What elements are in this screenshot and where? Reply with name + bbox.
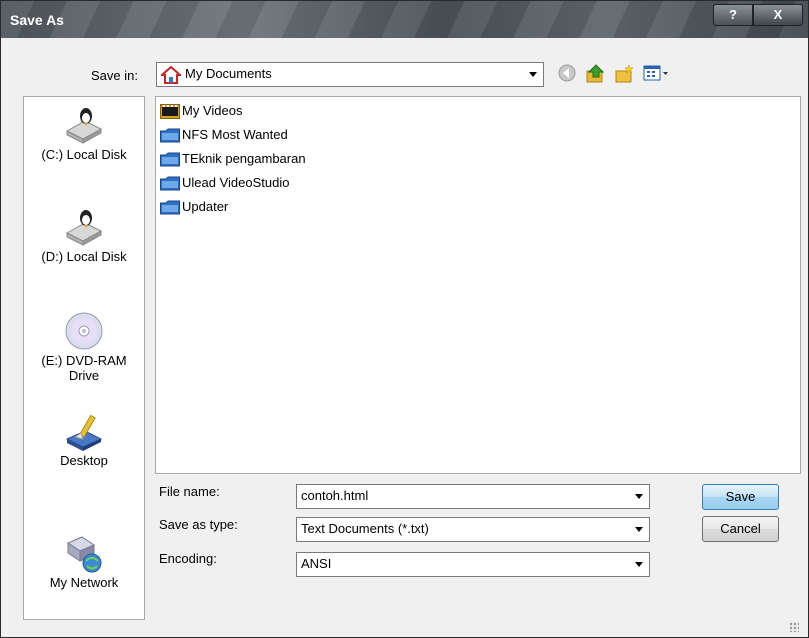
save-in-label: Save in: — [91, 68, 138, 83]
chevron-down-icon — [635, 562, 643, 567]
folder-icon — [160, 176, 180, 191]
place-label: (D:) Local Disk — [41, 249, 127, 264]
place-c-local-disk[interactable]: (C:) Local Disk — [24, 105, 144, 162]
title-bar[interactable]: Save As ? X — [1, 1, 808, 38]
local-disk-icon — [65, 108, 103, 144]
cancel-button[interactable]: Cancel — [702, 516, 779, 542]
window-title: Save As — [10, 12, 64, 28]
video-folder-icon — [160, 104, 180, 119]
chevron-down-icon — [635, 527, 643, 532]
place-d-local-disk[interactable]: (D:) Local Disk — [24, 207, 144, 264]
place-e-dvd-ram-drive[interactable]: (E:) DVD-RAM Drive — [24, 309, 144, 383]
file-name-value: contoh.html — [301, 488, 369, 503]
dialog-content: Save in: My Documents (C:) Local Disk (D… — [10, 38, 801, 634]
place-label: (C:) Local Disk — [41, 147, 127, 162]
encoding-dropdown[interactable]: ANSI — [296, 552, 650, 577]
save-in-dropdown[interactable]: My Documents — [156, 62, 544, 87]
local-disk-icon — [65, 210, 103, 246]
file-name-label: File name: — [159, 484, 220, 499]
file-name: Updater — [182, 199, 229, 214]
file-name: NFS Most Wanted — [182, 127, 288, 142]
save-as-type-label: Save as type: — [159, 517, 238, 532]
file-list[interactable]: My Videos NFS Most Wanted TEknik pengamb… — [155, 96, 801, 474]
chevron-down-icon — [529, 72, 537, 77]
place-desktop[interactable]: Desktop — [24, 413, 144, 468]
new-folder-icon[interactable] — [614, 64, 634, 84]
views-menu-icon[interactable] — [643, 64, 669, 84]
title-bar-pattern — [1, 1, 808, 38]
save-in-value: My Documents — [185, 66, 272, 81]
back-icon[interactable] — [558, 64, 576, 82]
save-as-type-dropdown[interactable]: Text Documents (*.txt) — [296, 517, 650, 542]
folder-icon — [160, 152, 180, 167]
chevron-down-icon[interactable] — [635, 494, 643, 499]
resize-grip[interactable] — [789, 622, 799, 632]
close-button[interactable]: X — [753, 4, 803, 26]
save-button[interactable]: Save — [702, 484, 779, 510]
save-as-dialog: Save As ? X Save in: My Documents (C:) L… — [0, 0, 809, 638]
file-name: TEknik pengambaran — [182, 151, 306, 166]
file-name: My Videos — [182, 103, 243, 118]
encoding-value: ANSI — [301, 556, 332, 571]
home-icon — [161, 66, 181, 84]
desktop-icon — [65, 414, 103, 451]
help-button[interactable]: ? — [713, 4, 753, 26]
place-label: My Network — [49, 575, 119, 590]
places-bar: (C:) Local Disk (D:) Local Disk (E:) DVD… — [23, 96, 145, 620]
file-name: Ulead VideoStudio — [182, 175, 290, 190]
place-label-line-1: (E:) DVD-RAM — [41, 353, 127, 368]
folder-icon — [160, 200, 180, 215]
dvd-drive-icon — [65, 312, 103, 350]
network-icon — [66, 536, 102, 573]
up-folder-icon[interactable] — [585, 64, 605, 84]
place-label-line-2: Drive — [68, 368, 100, 383]
place-label: Desktop — [60, 453, 108, 468]
encoding-label: Encoding: — [159, 551, 217, 566]
place-my-network[interactable]: My Network — [24, 535, 144, 590]
folder-icon — [160, 128, 180, 143]
save-as-type-value: Text Documents (*.txt) — [301, 521, 429, 536]
file-name-input[interactable]: contoh.html — [296, 484, 650, 509]
